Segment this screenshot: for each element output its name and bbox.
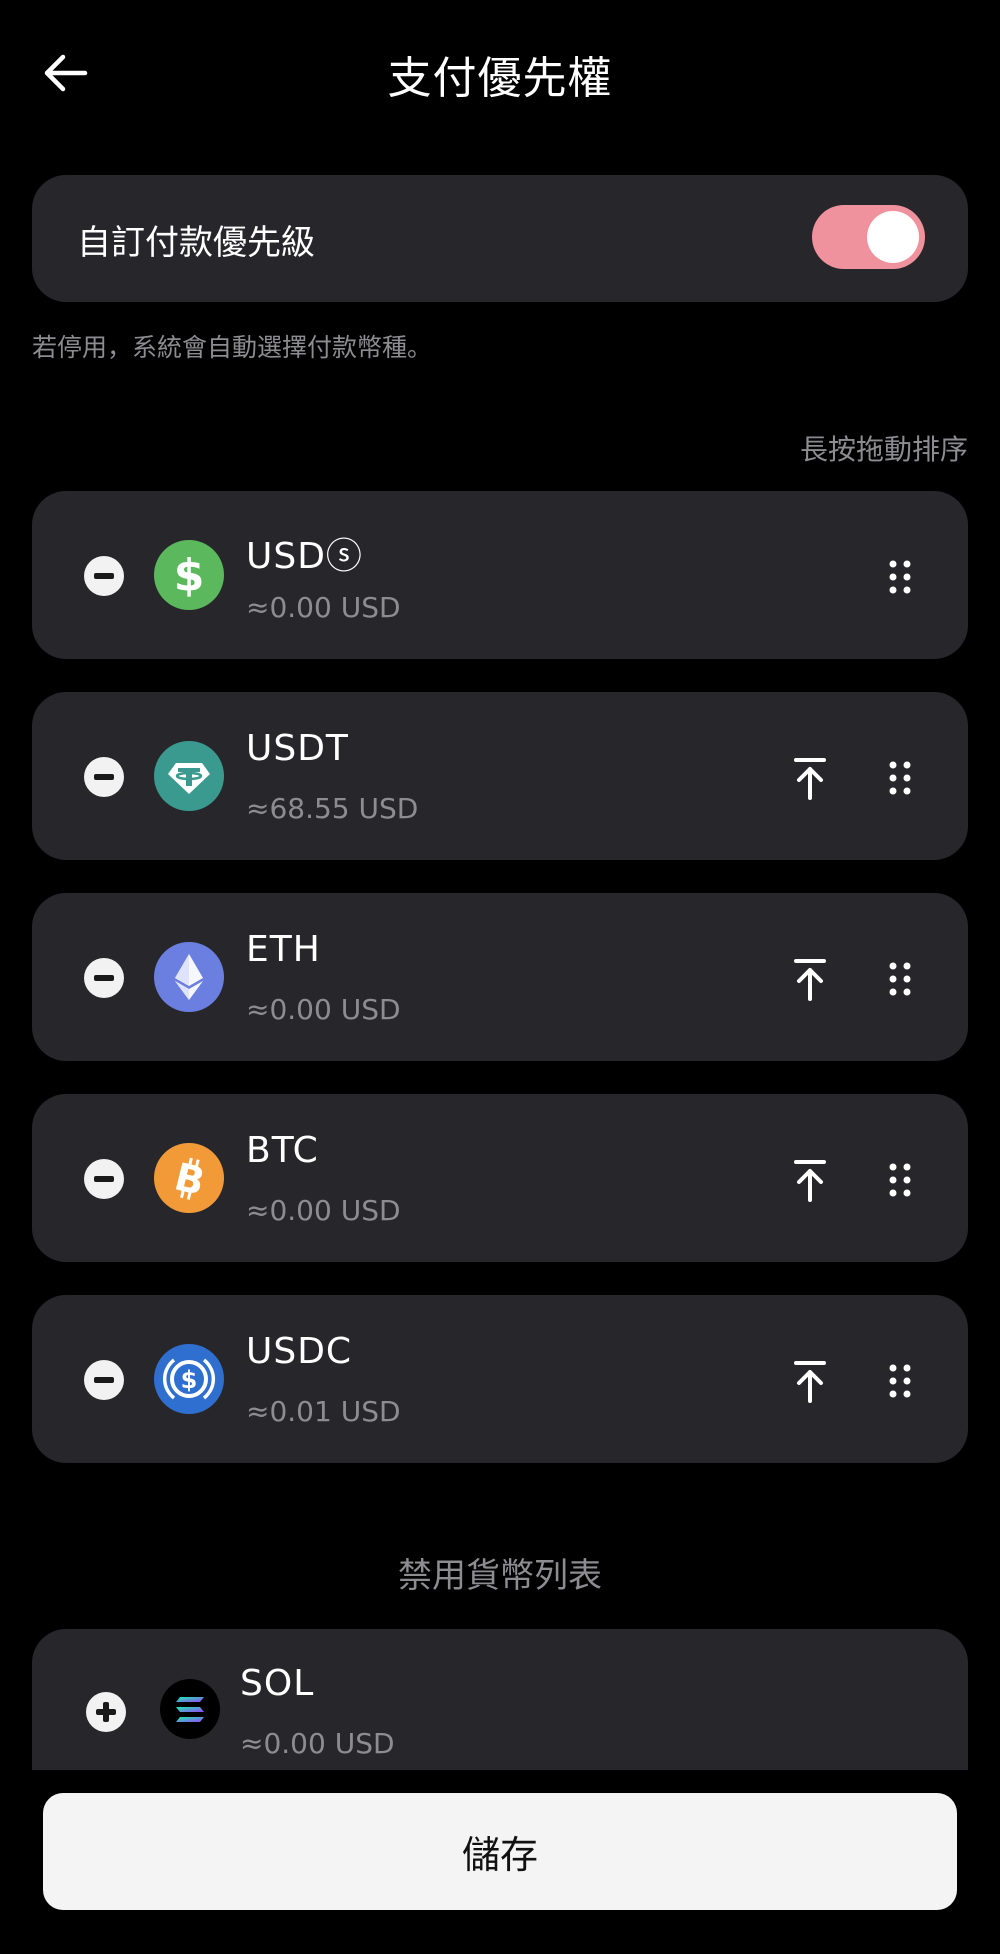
- move-to-top-icon: [794, 1361, 826, 1403]
- usdc-icon: $: [154, 1344, 224, 1414]
- tether-icon: [154, 741, 224, 811]
- coin-value: ≈0.00 USD: [246, 591, 401, 624]
- move-to-top-icon: [794, 758, 826, 800]
- svg-text:$: $: [174, 550, 205, 601]
- disabled-coins-heading: 禁用貨幣列表: [398, 1556, 602, 1596]
- solana-icon: [160, 1679, 220, 1739]
- coin-row-eth[interactable]: ETH ≈0.00 USD: [32, 893, 968, 1061]
- coin-row-usdt[interactable]: USDT ≈68.55 USD: [32, 692, 968, 860]
- payment-priority-screen: 支付優先權 自訂付款優先級 若停用，系統會自動選擇付款幣種。 長按拖動排序 $ …: [0, 0, 1000, 1954]
- coin-value: ≈0.01 USD: [246, 1395, 401, 1428]
- custom-priority-label: 自訂付款優先級: [77, 223, 315, 263]
- coin-row-usds[interactable]: $ USDⓢ ≈0.00 USD: [32, 491, 968, 659]
- bitcoin-icon: B: [154, 1143, 224, 1213]
- remove-coin-button[interactable]: [84, 1159, 124, 1199]
- toggle-knob: [867, 211, 919, 263]
- coin-name: USDⓢ: [246, 536, 363, 577]
- remove-coin-button[interactable]: [84, 757, 124, 797]
- page-title: 支付優先權: [387, 53, 613, 104]
- custom-priority-toggle[interactable]: [812, 205, 925, 269]
- coin-value: ≈68.55 USD: [246, 792, 419, 825]
- coin-name: USDC: [246, 1331, 353, 1372]
- coin-value: ≈0.00 USD: [246, 993, 401, 1026]
- move-to-top-button[interactable]: [786, 955, 834, 1003]
- header: 支付優先權: [0, 0, 1000, 140]
- move-to-top-button[interactable]: [786, 1357, 834, 1405]
- move-to-top-icon: [794, 959, 826, 1001]
- drag-handle-icon[interactable]: [876, 754, 924, 802]
- auto-select-hint: 若停用，系統會自動選擇付款幣種。: [32, 333, 433, 362]
- coin-name: SOL: [240, 1663, 315, 1704]
- ethereum-icon: [154, 942, 224, 1012]
- remove-coin-button[interactable]: [84, 556, 124, 596]
- coin-row-usdc[interactable]: $ USDC ≈0.01 USD: [32, 1295, 968, 1463]
- coin-name: USDT: [246, 728, 349, 769]
- usds-dollar-icon: $: [154, 540, 224, 610]
- drag-handle-icon[interactable]: [876, 1357, 924, 1405]
- coin-value: ≈0.00 USD: [246, 1194, 401, 1227]
- move-to-top-button[interactable]: [786, 754, 834, 802]
- coin-row-btc[interactable]: B BTC ≈0.00 USD: [32, 1094, 968, 1262]
- move-to-top-button[interactable]: [786, 1156, 834, 1204]
- svg-text:$: $: [181, 1366, 198, 1394]
- sort-hint: 長按拖動排序: [799, 433, 968, 466]
- priority-coin-list: $ USDⓢ ≈0.00 USD USDT ≈68.55 USD ETH ≈0.…: [32, 491, 968, 1496]
- remove-coin-button[interactable]: [84, 1360, 124, 1400]
- drag-handle-icon[interactable]: [876, 553, 924, 601]
- drag-handle-icon[interactable]: [876, 1156, 924, 1204]
- add-coin-button[interactable]: [86, 1692, 126, 1732]
- remove-coin-button[interactable]: [84, 958, 124, 998]
- save-button[interactable]: 儲存: [43, 1793, 957, 1910]
- coin-name: ETH: [246, 929, 321, 970]
- bottom-action-bar: 儲存: [0, 1770, 1000, 1954]
- coin-name: BTC: [246, 1130, 319, 1171]
- move-to-top-icon: [794, 1160, 826, 1202]
- custom-priority-card: 自訂付款優先級: [32, 175, 968, 302]
- coin-value: ≈0.00 USD: [240, 1727, 395, 1760]
- drag-handle-icon[interactable]: [876, 955, 924, 1003]
